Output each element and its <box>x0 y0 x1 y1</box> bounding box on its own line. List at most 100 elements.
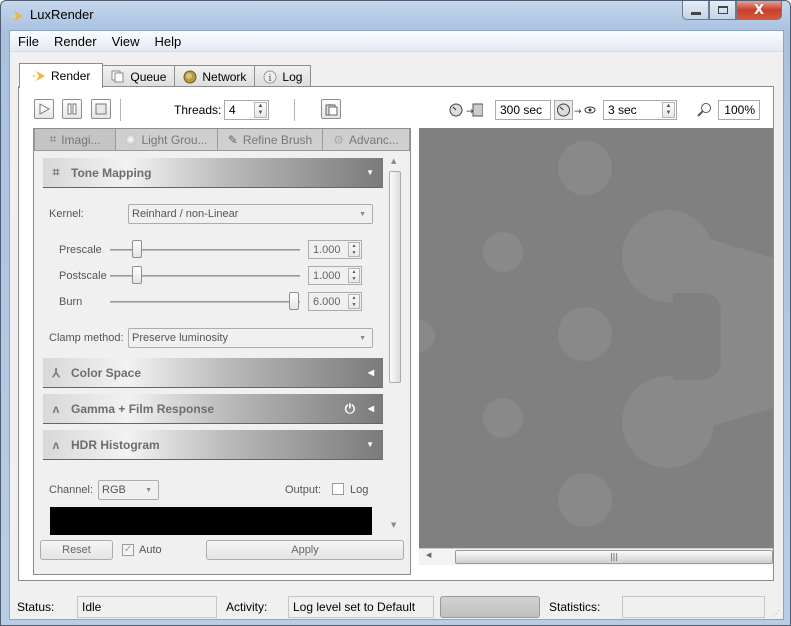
crop-icon: ⌗ <box>49 132 57 146</box>
render-horizontal-scrollbar[interactable]: ◀ ||| <box>419 548 773 565</box>
tone-mapping-header[interactable]: ⌗ Tone Mapping ▼ <box>43 158 383 188</box>
auto-checkbox[interactable]: ✓ <box>122 544 134 556</box>
status-label: Status: <box>17 600 55 614</box>
zoom-level-field[interactable]: 100% <box>718 100 760 120</box>
clamp-method-dropdown[interactable]: Preserve luminosity ▼ <box>128 328 373 348</box>
prescale-spinbox[interactable]: 1.000 ▲ ▼ <box>308 240 362 259</box>
tab-network[interactable]: Network <box>174 65 256 87</box>
apply-button[interactable]: Apply <box>206 540 404 560</box>
kernel-label: Kernel: <box>49 208 84 220</box>
burn-slider-thumb[interactable] <box>289 292 300 310</box>
tab-queue[interactable]: Queue <box>102 65 176 87</box>
subtab-label: Imagi... <box>61 132 101 147</box>
toolbar-separator <box>294 99 295 121</box>
burn-spinbox[interactable]: 6.000 ▲ ▼ <box>308 292 362 311</box>
status-value: Idle <box>82 600 102 614</box>
subtab-light-groups[interactable]: Light Grou... <box>115 129 218 151</box>
color-space-header[interactable]: ⅄ Color Space ◀ <box>43 358 383 388</box>
luxrender-placeholder-image <box>419 141 773 527</box>
title-bar[interactable]: LuxRender X <box>1 1 790 29</box>
spin-arrows[interactable]: ▲ ▼ <box>348 242 360 257</box>
progress-bar <box>440 596 540 618</box>
statistics-label: Statistics: <box>549 600 601 614</box>
crop-icon: ⌗ <box>52 165 60 179</box>
menu-render[interactable]: Render <box>46 31 104 52</box>
postscale-slider-thumb[interactable] <box>131 266 142 284</box>
play-icon <box>39 103 50 115</box>
scroll-up-icon[interactable]: ▲ <box>391 157 396 165</box>
log-checkbox[interactable] <box>332 483 344 495</box>
statistics-field <box>622 596 765 618</box>
subtab-advanced[interactable]: ⚙ Advanc... <box>322 129 410 151</box>
log-label: Log <box>350 484 369 496</box>
activity-field: Log level set to Default <box>288 596 434 618</box>
section-title: HDR Histogram <box>71 437 160 452</box>
subtab-label: Light Grou... <box>141 132 208 147</box>
stop-button[interactable] <box>91 99 111 119</box>
close-button[interactable]: X <box>736 1 782 20</box>
prescale-slider-thumb[interactable] <box>131 240 142 258</box>
gear-icon: ⚙ <box>333 132 344 147</box>
spin-arrows[interactable]: ▲ ▼ <box>348 268 360 283</box>
tab-log[interactable]: i Log <box>254 65 312 87</box>
threads-spinbox[interactable]: 4 ▲ ▼ <box>224 100 269 120</box>
threads-value: 4 <box>229 103 236 117</box>
postscale-spinbox[interactable]: 1.000 ▲ ▼ <box>308 266 362 285</box>
subtab-imaging[interactable]: ⌗ Imagi... <box>34 129 116 151</box>
resize-grip-icon[interactable]: ⋰ <box>772 609 780 618</box>
kernel-dropdown[interactable]: Reinhard / non-Linear ▼ <box>128 204 373 224</box>
prescale-label: Prescale <box>59 244 102 256</box>
scrollbar-thumb[interactable] <box>389 171 401 383</box>
queue-icon <box>111 70 124 83</box>
reset-button[interactable]: Reset <box>40 540 113 560</box>
tab-label: Render <box>51 69 91 83</box>
channel-dropdown[interactable]: RGB ▼ <box>98 480 159 500</box>
copy-to-clipboard-button[interactable] <box>321 99 341 119</box>
power-icon[interactable]: ⏻ <box>345 401 355 417</box>
tab-label: Network <box>202 69 247 84</box>
svg-text:i: i <box>269 74 272 84</box>
zoom-icon <box>697 103 711 117</box>
pause-icon <box>67 103 77 115</box>
gamma-film-header[interactable]: ʌ Gamma + Film Response ⏻ ◀ <box>43 394 383 424</box>
horizontal-scroll-thumb[interactable]: ||| <box>455 550 773 564</box>
start-button[interactable] <box>34 99 54 119</box>
expand-arrow-icon: ◀ <box>367 368 374 377</box>
reset-label: Reset <box>62 544 91 556</box>
halt-time-input[interactable]: 300 sec <box>495 100 551 120</box>
section-title: Color Space <box>71 365 142 380</box>
display-interval-value: 3 sec <box>608 103 637 117</box>
clamp-method-value: Preserve luminosity <box>132 332 228 344</box>
render-icon <box>32 71 45 81</box>
maximize-button[interactable] <box>709 1 736 20</box>
spin-arrows[interactable]: ▲ ▼ <box>662 102 675 118</box>
stop-icon <box>95 103 107 115</box>
pause-button[interactable] <box>62 99 82 119</box>
clipboard-icon <box>325 103 337 115</box>
settings-scrollbar[interactable]: ▲ ▼ <box>387 155 405 535</box>
display-interval-spinbox[interactable]: 3 sec ▲ ▼ <box>603 100 677 120</box>
scroll-down-icon[interactable]: ▼ <box>391 521 396 529</box>
activity-label: Activity: <box>226 600 268 614</box>
info-icon: i <box>263 70 277 84</box>
minimize-icon <box>690 11 701 15</box>
section-title: Gamma + Film Response <box>71 401 215 416</box>
output-label: Output: <box>285 484 322 496</box>
hdr-histogram-header[interactable]: ʌ HDR Histogram ▼ <box>43 430 383 460</box>
scroll-left-icon[interactable]: ◀ <box>426 551 431 559</box>
menu-file[interactable]: File <box>10 31 46 52</box>
clamp-method-label: Clamp method: <box>49 332 124 344</box>
render-view[interactable] <box>419 128 773 548</box>
menu-help[interactable]: Help <box>147 31 189 52</box>
postscale-label: Postscale <box>59 270 107 282</box>
menu-view[interactable]: View <box>104 31 147 52</box>
section-title: Tone Mapping <box>71 165 152 180</box>
tab-render[interactable]: Render <box>19 63 104 88</box>
collapse-arrow-icon: ▼ <box>366 440 374 449</box>
spin-arrows[interactable]: ▲ ▼ <box>254 102 267 118</box>
burn-slider[interactable] <box>110 301 300 303</box>
minimize-button[interactable] <box>682 1 709 20</box>
collapse-arrow-icon: ▼ <box>366 168 374 177</box>
spin-arrows[interactable]: ▲ ▼ <box>348 294 360 309</box>
subtab-refine-brush[interactable]: ✎ Refine Brush <box>217 129 323 151</box>
